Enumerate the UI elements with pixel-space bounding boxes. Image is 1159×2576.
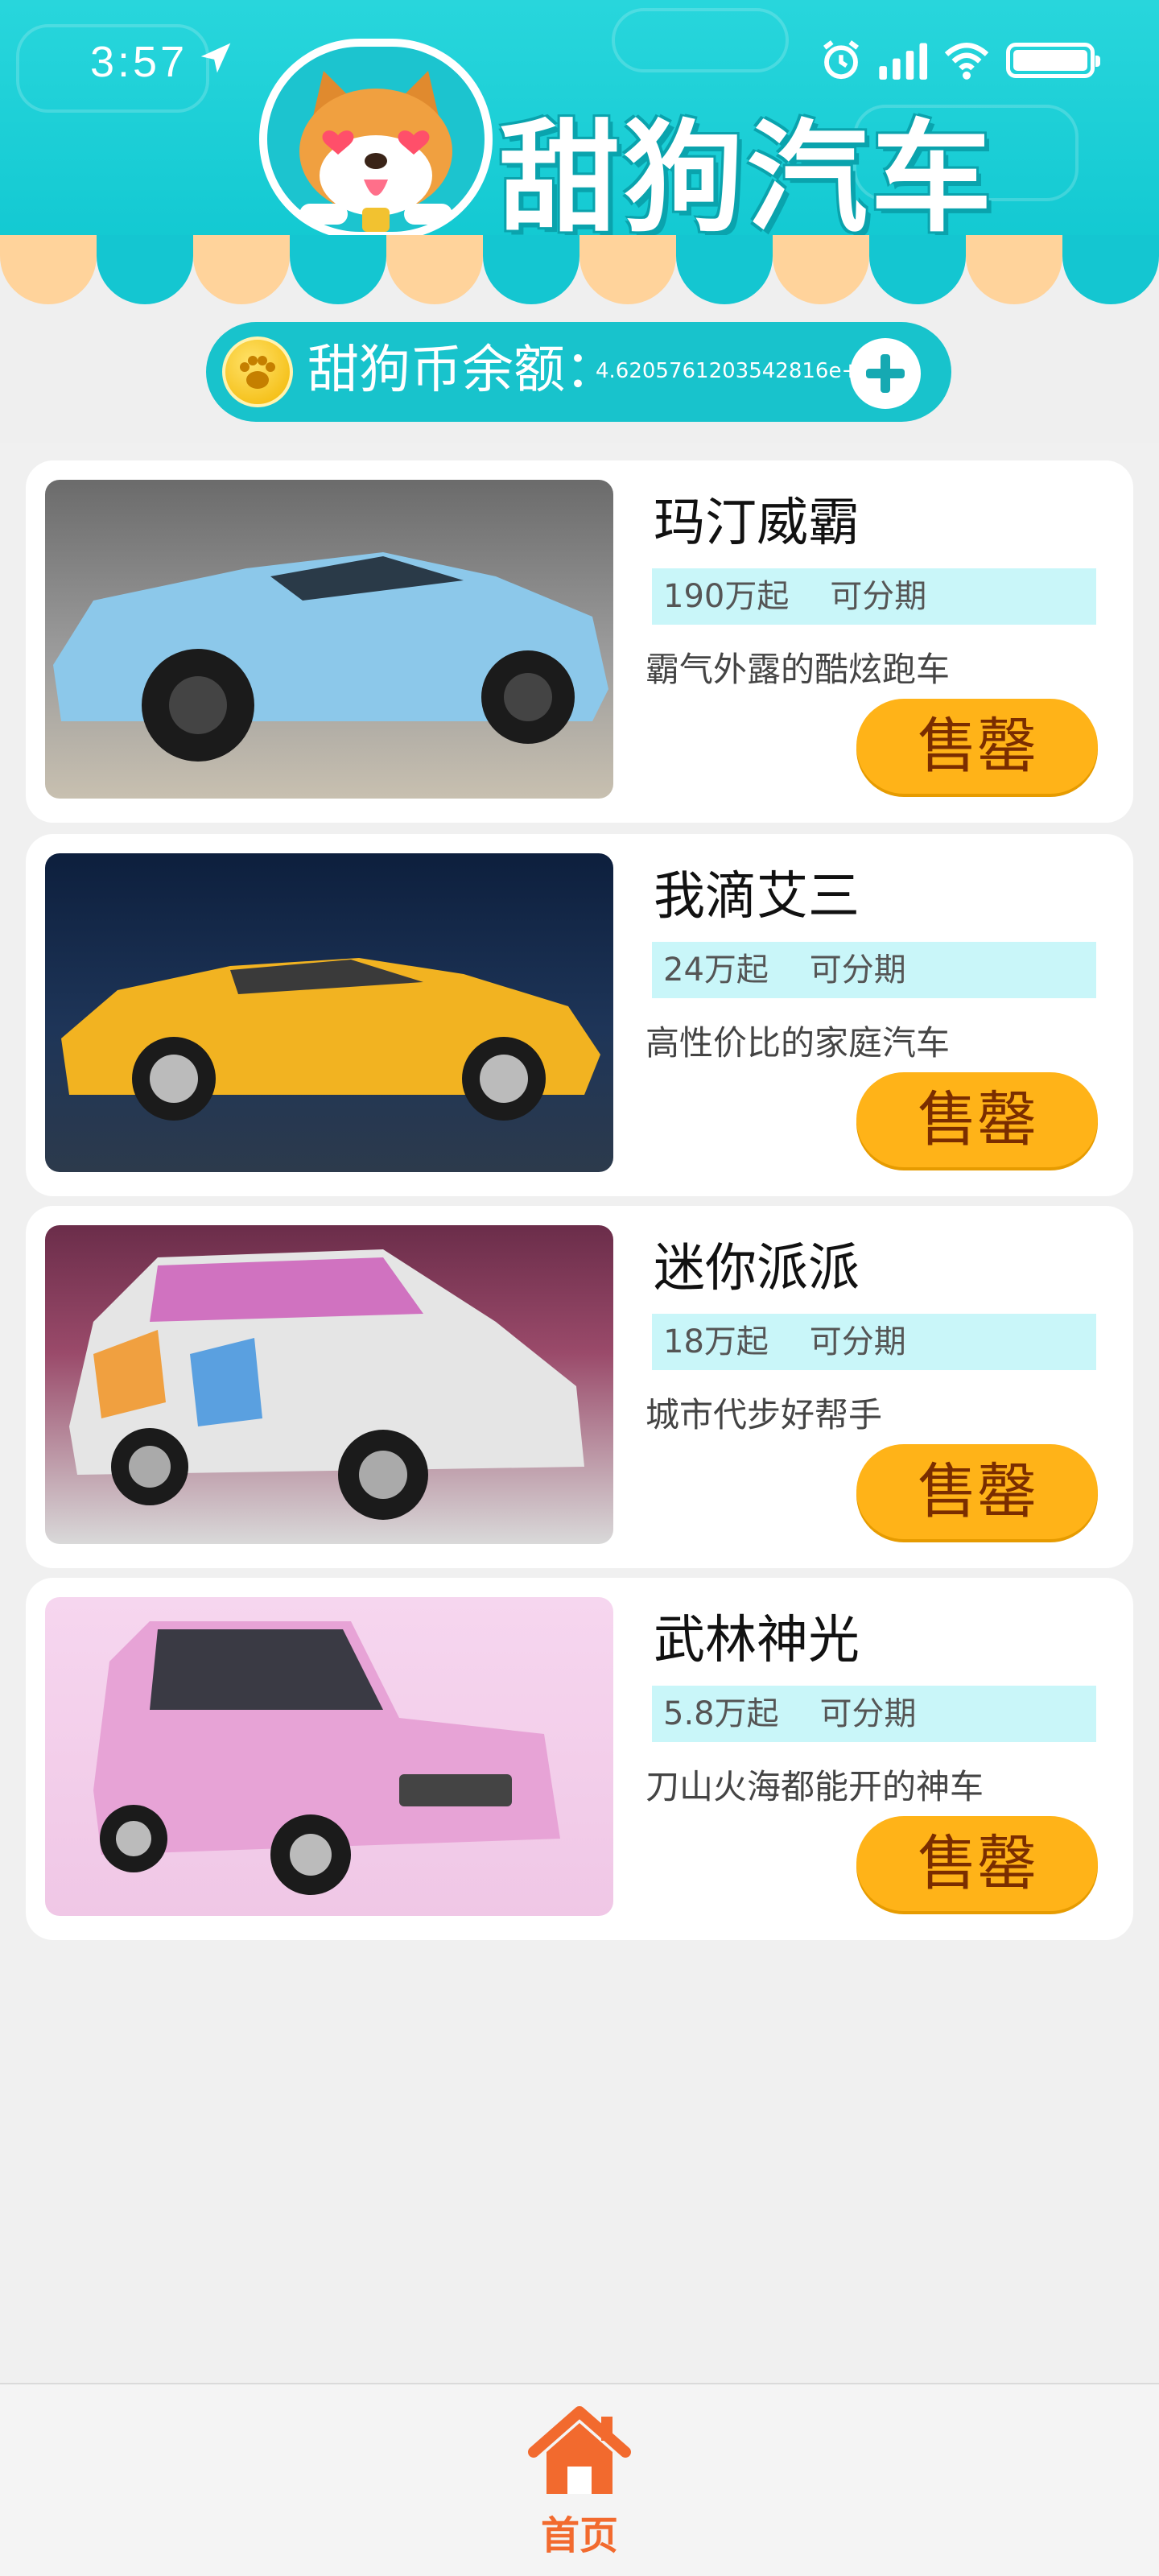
bottom-navigation: 首页 (0, 2383, 1159, 2576)
car-price: 18万起 (663, 1323, 769, 1360)
location-arrow-icon (200, 43, 231, 73)
home-icon (528, 2406, 631, 2494)
car-card[interactable]: 我滴艾三 24万起 可分期 高性价比的家庭汽车 售罄 (26, 834, 1133, 1196)
home-label: 首页 (540, 2513, 618, 2558)
coin-balance-bar: 甜狗币余额： 4.6205761203542816e+ (206, 322, 951, 422)
signal-icon (879, 43, 927, 80)
car-image (45, 1225, 613, 1544)
car-description: 霸气外露的酷炫跑车 (645, 650, 951, 689)
battery-icon (1006, 43, 1100, 78)
car-price: 24万起 (663, 952, 769, 989)
sold-out-button[interactable]: 售罄 (856, 1816, 1098, 1911)
car-image (45, 853, 613, 1172)
awning-decoration (0, 235, 1159, 308)
app-screen: 3:57 甜狗汽车 甜狗币余额： 4.6205761203542816e+ 玛汀… (0, 0, 1159, 2576)
header-banner: 3:57 甜狗汽车 (0, 0, 1159, 242)
car-image (45, 480, 613, 799)
status-time: 3:57 (90, 38, 188, 86)
car-card[interactable]: 玛汀威霸 190万起 可分期 霸气外露的酷炫跑车 售罄 (26, 460, 1133, 823)
car-price: 190万起 (663, 578, 790, 615)
car-name: 迷你派派 (654, 1239, 860, 1298)
car-image (45, 1597, 613, 1916)
alarm-icon (823, 40, 860, 80)
installment-label: 可分期 (830, 578, 927, 615)
installment-label: 可分期 (809, 952, 906, 989)
car-name: 武林神光 (654, 1611, 860, 1670)
app-title: 甜狗汽车 (499, 109, 996, 242)
car-description: 高性价比的家庭汽车 (645, 1023, 951, 1063)
wifi-icon (944, 43, 989, 80)
balance-value: 4.6205761203542816e+ (596, 359, 860, 383)
car-name: 我滴艾三 (654, 867, 860, 927)
sold-out-button[interactable]: 售罄 (856, 1444, 1098, 1539)
status-icons (819, 39, 1100, 82)
installment-label: 可分期 (809, 1323, 906, 1360)
balance-label: 甜狗币余额： (307, 341, 617, 400)
nav-home-tab[interactable]: 首页 (515, 2399, 644, 2560)
price-tag: 5.8万起 可分期 (652, 1686, 1096, 1742)
price-tag: 18万起 可分期 (652, 1314, 1096, 1370)
sold-out-button[interactable]: 售罄 (856, 699, 1098, 794)
car-card[interactable]: 迷你派派 18万起 可分期 城市代步好帮手 售罄 (26, 1206, 1133, 1568)
car-description: 刀山火海都能开的神车 (645, 1767, 984, 1806)
car-price: 5.8万起 (663, 1695, 779, 1732)
coin-paw-icon (222, 336, 293, 407)
installment-label: 可分期 (819, 1695, 917, 1732)
car-description: 城市代步好帮手 (645, 1395, 883, 1435)
sold-out-button[interactable]: 售罄 (856, 1072, 1098, 1167)
shiba-dog-logo-icon (259, 39, 493, 240)
car-card[interactable]: 武林神光 5.8万起 可分期 刀山火海都能开的神车 售罄 (26, 1578, 1133, 1940)
price-tag: 190万起 可分期 (652, 568, 1096, 625)
add-coins-button[interactable] (850, 338, 921, 409)
price-tag: 24万起 可分期 (652, 942, 1096, 998)
car-name: 玛汀威霸 (654, 493, 860, 553)
